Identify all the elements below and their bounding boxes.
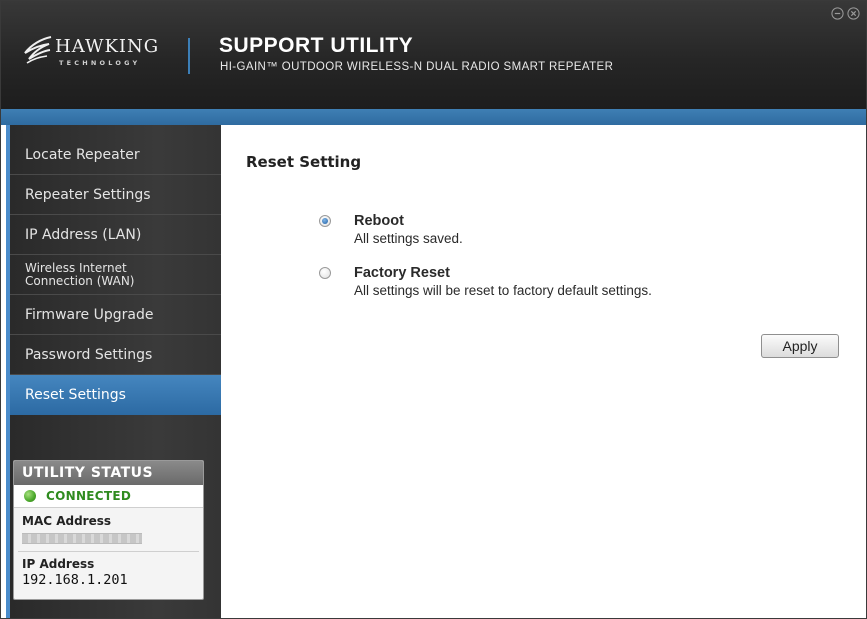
sidebar-item-reset-settings[interactable]: Reset Settings	[10, 375, 235, 415]
factory-reset-option-title: Factory Reset	[354, 265, 450, 281]
sidebar-item-locate-repeater[interactable]: Locate Repeater	[10, 135, 221, 175]
hawking-logo: HAWKING TECHNOLOGY	[21, 31, 191, 76]
utility-status-panel: UTILITY STATUS CONNECTED MAC Address IP …	[13, 460, 204, 600]
reboot-option-title: Reboot	[354, 213, 404, 229]
sidebar-item-label: Locate Repeater	[25, 146, 140, 163]
header-divider	[188, 38, 190, 74]
sidebar-item-label: Wireless Internet Connection (WAN)	[25, 260, 135, 288]
main-content: Reset Setting Reboot All settings saved.…	[221, 125, 866, 618]
sidebar-item-wireless-internet-wan[interactable]: Wireless Internet Connection (WAN)	[10, 255, 221, 295]
ip-address-label: IP Address	[22, 557, 95, 571]
minimize-button[interactable]	[831, 7, 844, 20]
status-heading: UTILITY STATUS	[14, 461, 203, 485]
status-divider	[18, 551, 199, 552]
connection-status: CONNECTED	[14, 485, 203, 508]
sidebar-item-ip-address-lan[interactable]: IP Address (LAN)	[10, 215, 221, 255]
mac-address-value-redacted	[22, 533, 142, 544]
logo-subtext: TECHNOLOGY	[59, 59, 141, 67]
sidebar-item-password-settings[interactable]: Password Settings	[10, 335, 221, 375]
page-title: Reset Setting	[246, 153, 362, 171]
sidebar-item-label: IP Address (LAN)	[25, 226, 142, 243]
status-led-icon	[24, 490, 36, 502]
sidebar: Locate Repeater Repeater Settings IP Add…	[6, 125, 235, 618]
close-circle-icon	[847, 7, 860, 20]
app-header: HAWKING TECHNOLOGY SUPPORT UTILITY HI-GA…	[1, 1, 866, 109]
header-accent-band	[1, 109, 866, 125]
sidebar-item-firmware-upgrade[interactable]: Firmware Upgrade	[10, 295, 221, 335]
sidebar-item-repeater-settings[interactable]: Repeater Settings	[10, 175, 221, 215]
connection-status-text: CONNECTED	[46, 489, 132, 503]
logo-wordmark: HAWKING	[55, 36, 160, 57]
close-button[interactable]	[847, 7, 860, 20]
factory-reset-radio[interactable]	[319, 267, 331, 279]
sidebar-nav: Locate Repeater Repeater Settings IP Add…	[10, 135, 235, 415]
reboot-option-description: All settings saved.	[354, 231, 463, 246]
app-window: HAWKING TECHNOLOGY SUPPORT UTILITY HI-GA…	[0, 0, 867, 619]
sidebar-item-label: Reset Settings	[25, 387, 126, 403]
app-title: SUPPORT UTILITY	[219, 34, 414, 57]
hawk-logo-icon	[21, 33, 55, 71]
mac-address-label: MAC Address	[22, 514, 112, 528]
factory-reset-option-description: All settings will be reset to factory de…	[354, 283, 652, 298]
reboot-radio[interactable]	[319, 215, 331, 227]
app-subtitle: HI-GAIN™ OUTDOOR WIRELESS-N DUAL RADIO S…	[220, 61, 614, 73]
apply-button[interactable]: Apply	[761, 334, 839, 358]
sidebar-item-label: Password Settings	[25, 346, 153, 363]
sidebar-item-label: Repeater Settings	[25, 186, 151, 203]
minimize-circle-icon	[831, 7, 844, 20]
sidebar-item-label: Firmware Upgrade	[25, 306, 154, 323]
ip-address-value: 192.168.1.201	[22, 572, 128, 588]
